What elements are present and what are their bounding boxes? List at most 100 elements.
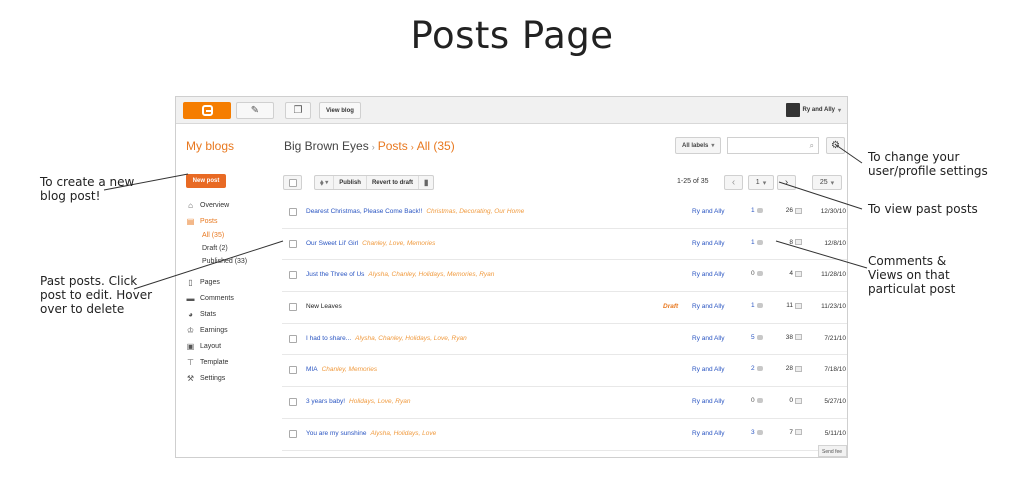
sidebar-item-earnings[interactable]: ♔ Earnings [186,322,286,338]
post-author[interactable]: Ry and Ally [692,271,725,278]
pie-chart-icon: ◕ [188,309,193,319]
blogger-logo-button[interactable] [183,102,231,119]
sidebar-item-pages[interactable]: ▯ Pages [186,274,286,290]
sidebar-item-posts[interactable]: ▤ Posts [186,213,286,229]
post-checkbox[interactable] [289,239,297,248]
search-icon: ⌕ [809,140,814,150]
gear-icon: ⚙ [831,140,840,151]
post-row[interactable]: New Leaves Draft Ry and Ally 1 11 11/23/10 [282,292,847,324]
comment-count[interactable]: 5 [751,334,763,341]
post-title-link[interactable]: New Leaves [306,303,346,310]
comment-bubble-icon [756,429,763,435]
post-checkbox[interactable] [289,208,297,216]
post-title-link[interactable]: 3 years baby! Holidays, Love, Ryan [306,398,410,405]
page-select[interactable]: 1 ▾ [748,175,774,190]
sidebar-item-label: Layout [200,342,222,350]
comment-count[interactable]: 0 [751,270,763,277]
revert-to-draft-button[interactable]: Revert to draft [367,176,419,189]
post-checkbox[interactable] [289,366,297,375]
post-author[interactable]: Ry and Ally [692,335,725,342]
sidebar-item-overview[interactable]: ⌂ Overview [186,197,286,213]
post-title-link[interactable]: Our Sweet Lil' Girl Chanley, Love, Memori… [306,240,435,247]
new-post-pencil-button[interactable]: ✎ [236,102,274,119]
post-author[interactable]: Ry and Ally [692,303,725,310]
post-checkbox[interactable] [289,334,297,343]
breadcrumb-posts[interactable]: Posts [378,139,408,153]
settings-gear-button[interactable]: ⚙ [826,137,845,154]
view-count-value: 26 [785,207,793,214]
sidebar-item-settings[interactable]: ⚒ Settings [186,370,286,386]
send-feedback-button[interactable]: Send fee [818,445,847,457]
per-page-select[interactable]: 25 ▾ [812,175,842,190]
chevron-down-icon: ▾ [711,143,715,149]
post-title-link[interactable]: Just the Three of Us Alysha, Chanley, Hol… [306,271,494,278]
page-number: 1 [755,179,760,186]
comment-count[interactable]: 1 [751,302,763,309]
chevron-down-icon: ▾ [837,107,841,114]
post-title-link[interactable]: MIA Chanley, Memories [306,366,377,373]
views-icon [795,302,802,309]
post-row[interactable]: Our Sweet Lil' Girl Chanley, Love, Memori… [282,229,847,261]
posts-list-button[interactable]: ❐ [285,102,311,119]
sidebar-subitem-published[interactable]: Published (33) [186,255,286,268]
next-page-button[interactable]: › [777,175,796,190]
post-row[interactable]: Just the Three of Us Alysha, Chanley, Hol… [282,260,847,293]
post-row[interactable]: You are my sunshine Alysha, Holidays, Lov… [282,419,847,451]
post-labels: Chanley, Love, Memories [362,239,436,247]
view-blog-button[interactable]: View blog [319,102,361,119]
label-dropdown-button[interactable]: ⬧ ▾ [315,176,335,189]
sidebar-item-layout[interactable]: ▣ Layout [186,338,286,354]
sidebar-item-stats[interactable]: ◕ Stats [186,306,286,322]
post-row[interactable]: Dearest Christmas, Please Come Back!! Chr… [282,197,847,229]
sidebar-nav: ⌂ Overview ▤ Posts All (35) Draft (2) Pu… [186,197,286,386]
comment-count[interactable]: 1 [751,207,763,214]
comment-count[interactable]: 2 [751,365,763,372]
post-date: 12/30/10 [820,208,846,215]
page-title: Posts Page [410,14,614,57]
post-title: Dearest Christmas, Please Come Back!! [306,208,423,215]
select-all-checkbox[interactable] [283,175,302,190]
post-checkbox[interactable] [289,429,297,438]
post-title-link[interactable]: You are my sunshine Alysha, Holidays, Lov… [306,430,436,437]
post-checkbox[interactable] [289,303,297,312]
views-icon [795,334,802,341]
new-post-button[interactable]: New post [186,174,226,188]
comment-count[interactable]: 1 [751,239,763,246]
post-author[interactable]: Ry and Ally [692,398,725,405]
view-count-value: 7 [789,428,793,436]
per-page-value: 25 [819,179,828,186]
post-author[interactable]: Ry and Ally [692,240,725,247]
sidebar-item-template[interactable]: ⊤ Template [186,354,286,370]
post-checkbox[interactable] [289,398,297,407]
delete-button[interactable]: ▮ [419,176,433,189]
post-author[interactable]: Ry and Ally [692,208,725,215]
post-row[interactable]: 3 years baby! Holidays, Love, Ryan Ry and … [282,387,847,419]
annotation-past-posts: Past posts. Click post to edit. Hover ov… [40,274,152,316]
post-date: 7/21/10 [824,334,846,342]
blog-name[interactable]: Big Brown Eyes [284,139,369,153]
post-checkbox[interactable] [289,271,297,280]
post-author[interactable]: Ry and Ally [692,430,725,437]
comment-count-value: 3 [751,428,755,436]
post-title-link[interactable]: I had to share... Alysha, Chanley, Holida… [306,335,467,342]
previous-page-button[interactable]: ‹ [724,175,743,190]
search-input[interactable]: ⌕ [727,137,819,154]
annotation-text: To view past posts [868,202,978,216]
post-row[interactable]: I had to share... Alysha, Chanley, Holida… [282,324,847,356]
all-labels-dropdown[interactable]: All labels ▾ [675,137,722,154]
user-menu[interactable]: Ry and Ally ▾ [785,103,841,117]
breadcrumb-all[interactable]: All (35) [417,139,455,153]
post-date: 12/8/10 [824,239,846,247]
annotation-text: post to edit. Hover [40,288,153,302]
sidebar-subitem-draft[interactable]: Draft (2) [186,242,286,255]
post-title-link[interactable]: Dearest Christmas, Please Come Back!! Chr… [306,208,524,215]
sidebar-subitem-all[interactable]: All (35) [186,229,286,242]
sidebar-item-comments[interactable]: ▬ Comments [186,290,286,306]
publish-button[interactable]: Publish [334,176,367,189]
my-blogs-link[interactable]: My blogs [186,139,234,153]
comment-count[interactable]: 3 [751,429,763,436]
comment-count[interactable]: 0 [751,397,763,404]
post-row[interactable]: MIA Chanley, Memories Ry and Ally 2 28 7/18/1… [282,355,847,388]
post-author[interactable]: Ry and Ally [692,366,725,373]
home-icon: ⌂ [188,200,193,210]
